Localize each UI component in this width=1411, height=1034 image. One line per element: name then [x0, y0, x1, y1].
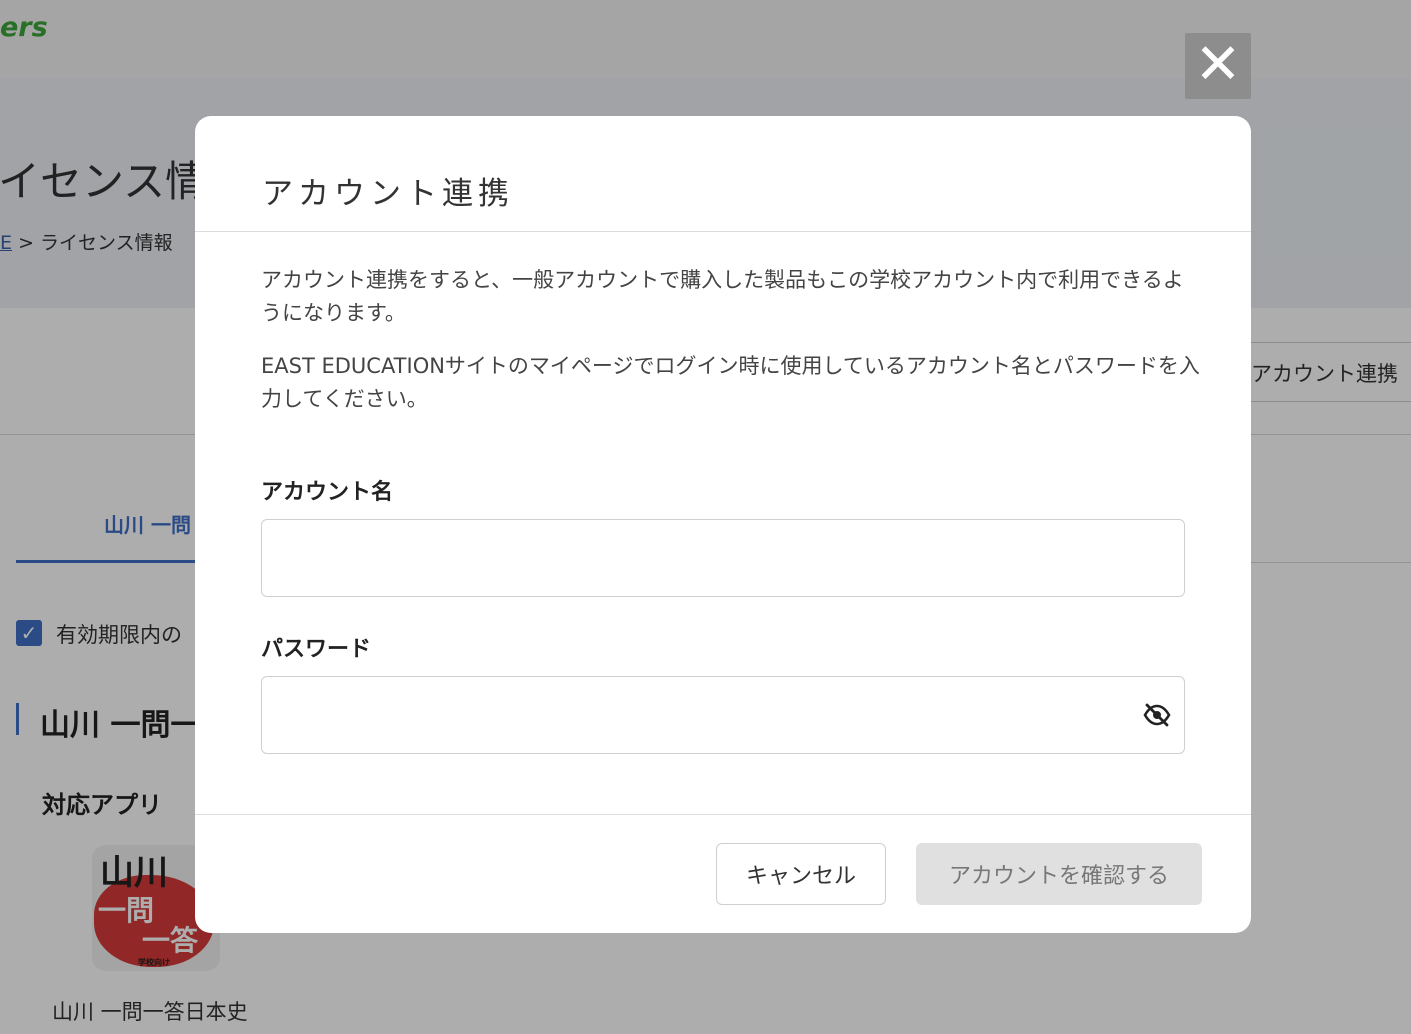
dialog-header: アカウント連携 [195, 116, 1251, 232]
close-icon[interactable]: ✕ [1185, 33, 1251, 99]
dialog-title: アカウント連携 [262, 176, 514, 212]
account-name-input[interactable] [261, 519, 1185, 597]
account-name-label: アカウント名 [261, 480, 394, 505]
confirm-account-button[interactable]: アカウントを確認する [916, 843, 1202, 905]
eye-off-icon[interactable] [1143, 703, 1171, 727]
dialog-description-1: アカウント連携をすると、一般アカウントで購入した製品もこの学校アカウント内で利用… [261, 268, 1184, 325]
account-link-dialog: アカウント連携 アカウント連携をすると、一般アカウントで購入した製品もこの学校ア… [195, 116, 1251, 933]
password-input[interactable] [261, 676, 1185, 754]
dialog-description-2: EAST EDUCATIONサイトのマイページでログイン時に使用しているアカウン… [261, 354, 1200, 411]
cancel-button[interactable]: キャンセル [716, 843, 886, 905]
dialog-footer: キャンセル アカウントを確認する [195, 814, 1251, 933]
password-label: パスワード [261, 637, 372, 662]
